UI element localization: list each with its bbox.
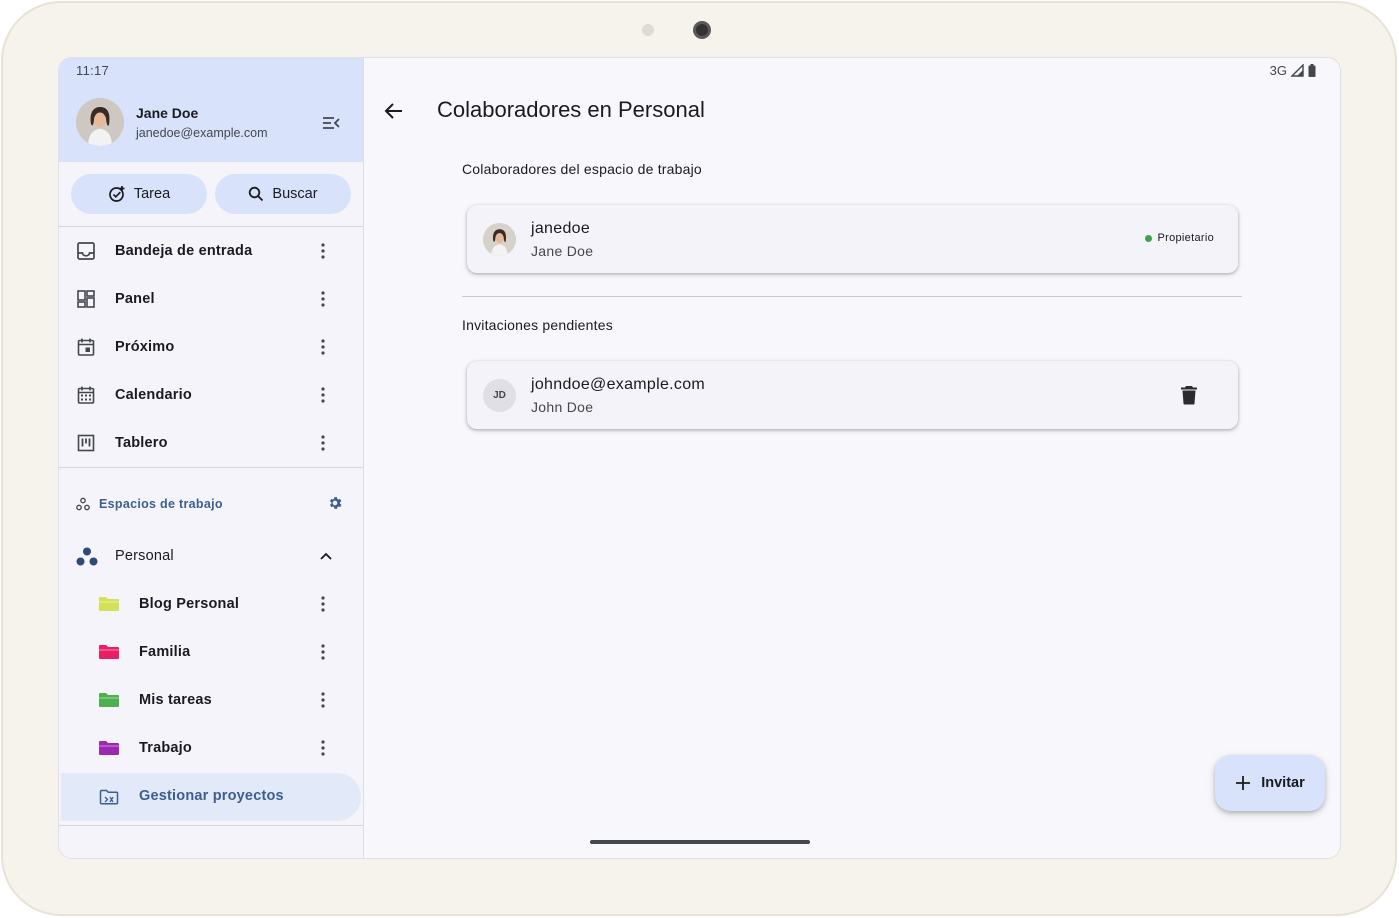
folder-icon bbox=[99, 741, 119, 755]
nav-item-calendar[interactable]: Calendario bbox=[59, 371, 363, 419]
manage-projects-button[interactable]: Gestionar proyectos bbox=[61, 773, 361, 821]
page-title: Colaboradores en Personal bbox=[437, 97, 705, 122]
project-item[interactable]: Mis tareas bbox=[59, 676, 363, 724]
main-content: 3G Colaboradores en Personal Colaborador… bbox=[365, 58, 1340, 858]
calendar-today-icon bbox=[77, 338, 95, 356]
workspaces-icon bbox=[76, 497, 90, 511]
folder-icon bbox=[99, 597, 119, 611]
avatar[interactable] bbox=[76, 98, 124, 146]
user-email: janedoe@example.com bbox=[136, 126, 268, 140]
battery-icon bbox=[1308, 64, 1316, 77]
board-icon bbox=[77, 434, 95, 452]
more-vert-icon[interactable] bbox=[317, 241, 329, 261]
sensor-dot bbox=[642, 24, 654, 36]
divider bbox=[59, 467, 363, 468]
status-badge: Propietario bbox=[1144, 232, 1215, 244]
collaborator-name: Jane Doe bbox=[531, 243, 594, 259]
collaborators-section-title: Colaboradores del espacio de trabajo bbox=[462, 161, 702, 177]
new-task-label: Tarea bbox=[133, 186, 171, 202]
search-button[interactable]: Buscar bbox=[215, 174, 351, 214]
status-dot bbox=[1144, 234, 1152, 242]
calendar-month-icon bbox=[77, 386, 95, 404]
project-label: Blog Personal bbox=[139, 596, 240, 612]
nav-item-board[interactable]: Tablero bbox=[59, 419, 363, 467]
more-vert-icon[interactable] bbox=[317, 594, 329, 614]
invite-name: John Doe bbox=[531, 399, 594, 415]
user-name: Jane Doe bbox=[136, 105, 199, 121]
folder-icon bbox=[99, 693, 119, 707]
pending-invite-card[interactable]: JD johndoe@example.com John Doe bbox=[467, 361, 1238, 429]
role-label: Propietario bbox=[1157, 232, 1214, 244]
more-vert-icon[interactable] bbox=[317, 738, 329, 758]
project-label: Mis tareas bbox=[139, 692, 212, 708]
nav-item-label: Próximo bbox=[115, 339, 175, 355]
project-item[interactable]: Blog Personal bbox=[59, 580, 363, 628]
chevron-up-icon[interactable] bbox=[319, 551, 333, 561]
add-icon bbox=[1236, 776, 1251, 790]
inbox-icon bbox=[77, 242, 95, 260]
search-icon bbox=[249, 186, 264, 202]
invite-button[interactable]: Invitar bbox=[1215, 755, 1325, 811]
delete-icon[interactable] bbox=[1180, 385, 1198, 405]
project-label: Familia bbox=[139, 644, 191, 660]
arrow-back-icon[interactable] bbox=[383, 100, 405, 122]
nav-item-label: Bandeja de entrada bbox=[115, 243, 253, 259]
more-vert-icon[interactable] bbox=[317, 385, 329, 405]
nav-item-label: Calendario bbox=[115, 387, 192, 403]
workspace-personal[interactable]: Personal bbox=[59, 533, 363, 581]
status-indicators: 3G bbox=[1270, 63, 1316, 78]
front-camera bbox=[693, 21, 711, 39]
add-task-icon bbox=[109, 186, 125, 202]
manage-projects-label: Gestionar proyectos bbox=[139, 788, 284, 804]
gesture-home-bar[interactable] bbox=[590, 840, 810, 844]
avatar bbox=[483, 223, 516, 256]
search-label: Buscar bbox=[272, 186, 318, 202]
screen: 11:17 Jane Doe janedoe@example.com Tarea… bbox=[58, 57, 1341, 859]
nav-item-label: Tablero bbox=[115, 435, 168, 451]
nav-item-dashboard[interactable]: Panel bbox=[59, 275, 363, 323]
nav-item-inbox[interactable]: Bandeja de entrada bbox=[59, 227, 363, 275]
invite-email: johndoe@example.com bbox=[531, 376, 706, 393]
navigation-drawer: 11:17 Jane Doe janedoe@example.com Tarea… bbox=[59, 58, 364, 858]
invite-label: Invitar bbox=[1261, 775, 1305, 791]
more-vert-icon[interactable] bbox=[317, 289, 329, 309]
network-type: 3G bbox=[1269, 63, 1287, 78]
divider bbox=[462, 296, 1242, 297]
workspace-name: Personal bbox=[115, 548, 174, 564]
nav-item-upcoming[interactable]: Próximo bbox=[59, 323, 363, 371]
folder-icon bbox=[99, 645, 119, 659]
project-item[interactable]: Familia bbox=[59, 628, 363, 676]
more-vert-icon[interactable] bbox=[317, 337, 329, 357]
avatar-initials: JD bbox=[483, 379, 516, 412]
nav-item-label: Panel bbox=[115, 291, 155, 307]
more-vert-icon[interactable] bbox=[317, 433, 329, 453]
status-time: 11:17 bbox=[76, 63, 110, 78]
divider bbox=[59, 825, 363, 826]
signal-icon bbox=[1291, 64, 1304, 77]
workspaces-label: Espacios de trabajo bbox=[99, 497, 223, 511]
workspaces-header: Espacios de trabajo bbox=[59, 483, 363, 525]
collaborator-card[interactable]: janedoe Jane Doe Propietario bbox=[467, 205, 1238, 273]
more-vert-icon[interactable] bbox=[317, 690, 329, 710]
new-task-button[interactable]: Tarea bbox=[71, 174, 207, 214]
project-item[interactable]: Trabajo bbox=[59, 724, 363, 772]
collaborator-username: janedoe bbox=[531, 220, 591, 237]
menu-collapse-icon[interactable] bbox=[321, 113, 341, 133]
dashboard-icon bbox=[77, 290, 95, 308]
folder-manage-icon bbox=[99, 789, 119, 805]
drawer-header: 11:17 Jane Doe janedoe@example.com bbox=[59, 58, 363, 162]
pending-section-title: Invitaciones pendientes bbox=[462, 317, 613, 333]
gear-icon[interactable] bbox=[327, 495, 343, 511]
project-label: Trabajo bbox=[139, 740, 192, 756]
workspace-icon bbox=[76, 547, 98, 566]
more-vert-icon[interactable] bbox=[317, 642, 329, 662]
